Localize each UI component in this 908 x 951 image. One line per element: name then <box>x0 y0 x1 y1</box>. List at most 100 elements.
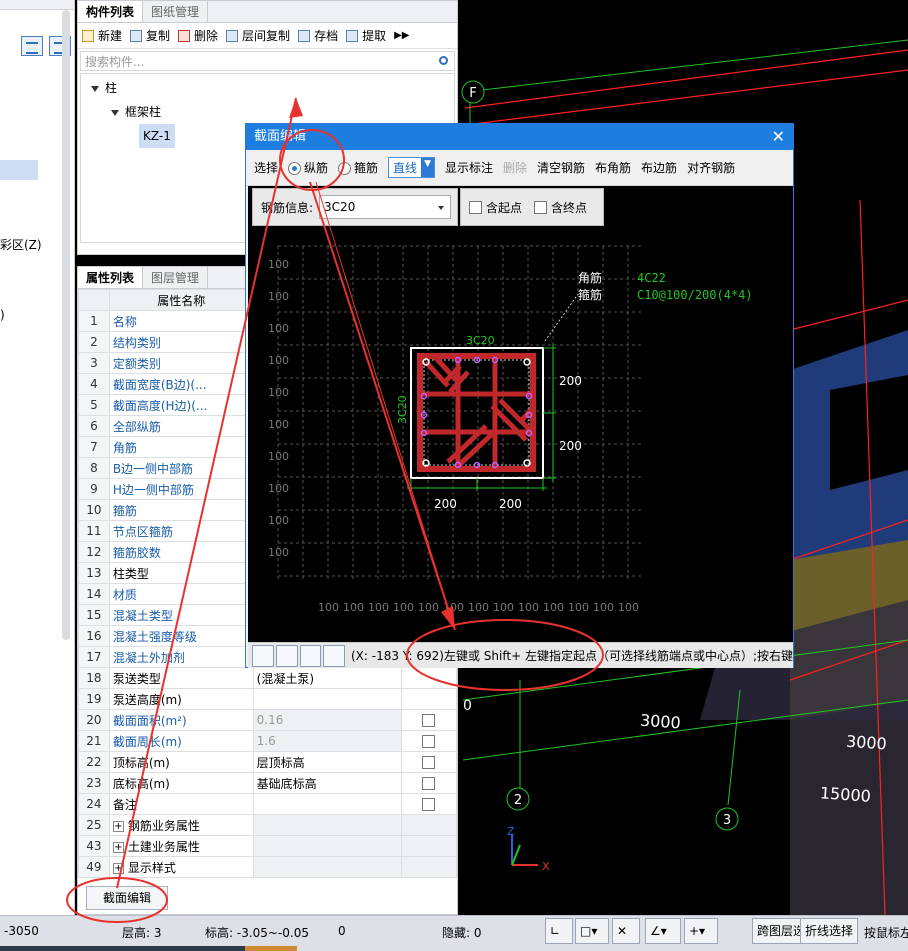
property-value[interactable]: (混凝土泵) <box>252 667 402 689</box>
property-name-text: 泵送高度(m) <box>112 692 182 707</box>
property-row[interactable]: 22 顶标高(m) 层顶标高 <box>78 751 458 773</box>
property-name: 泵送高度(m) <box>108 688 254 710</box>
property-row[interactable]: 23 底标高(m) 基础底标高 <box>78 772 458 794</box>
collapse-icon[interactable] <box>111 109 119 116</box>
rebar-point[interactable] <box>523 358 531 366</box>
expand-icon[interactable]: + <box>112 820 124 832</box>
property-name-text: H边一侧中部筋 <box>112 482 194 497</box>
section-drawing[interactable]: 100 100 100 100 100 100 100 100 100 100 100 100 100 1… <box>248 186 793 642</box>
attach-checkbox[interactable] <box>422 777 436 790</box>
expand-icon[interactable]: + <box>112 841 124 853</box>
dim-right-top: 200 <box>559 374 582 388</box>
delete-button[interactable]: 删除 <box>178 27 218 44</box>
property-name: 截面周长(m) <box>108 730 254 752</box>
property-row[interactable]: 18 泵送类型 (混凝土泵) <box>78 667 458 689</box>
tree-node-column[interactable]: 柱 <box>91 76 117 100</box>
nav-item-label-partial[interactable]: ) <box>0 308 5 322</box>
property-value[interactable]: 基础底标高 <box>252 772 402 794</box>
stirrup-hooks <box>424 354 535 470</box>
row-number: 4 <box>78 373 110 395</box>
property-value[interactable] <box>252 793 402 815</box>
search-icon[interactable] <box>439 56 448 65</box>
longitudinal-radio[interactable]: 纵筋 <box>288 159 328 176</box>
close-icon[interactable]: ✕ <box>772 124 785 150</box>
add-dimension-icon[interactable] <box>323 644 345 667</box>
dim-3000-b: 3000 <box>845 732 887 754</box>
extract-button[interactable]: 提取 <box>346 27 386 44</box>
nav-selected-item[interactable] <box>0 160 38 180</box>
place-corner-rebar-button[interactable]: 布角筋 <box>595 159 631 176</box>
stirrup-radio[interactable]: 箍筋 <box>338 159 378 176</box>
tab-property-list[interactable]: 属性列表 <box>78 267 144 288</box>
show-annotation-button[interactable]: 显示标注 <box>445 159 493 176</box>
legend-stirrup-value: C10@100/200(4*4) <box>637 288 753 302</box>
component-search-input[interactable]: 搜索构件... <box>80 51 455 71</box>
section-edit-dialog: 截面编辑 ✕ 选择 纵筋 箍筋 直线 ▼ 显示标注 删除 清空钢筋 布角筋 布边筋… <box>245 123 794 668</box>
property-name-text: 泵送类型 <box>112 671 161 686</box>
left-nav-scrollbar[interactable] <box>62 10 70 640</box>
property-value[interactable]: 1.6 <box>252 730 402 752</box>
property-row[interactable]: 21 截面周长(m) 1.6 <box>78 730 458 752</box>
section-canvas[interactable]: 钢筋信息: 3C20 含起点 含终点 100 100 100 100 100 100 100… <box>248 186 793 642</box>
attach-checkbox[interactable] <box>422 798 436 811</box>
archive-button[interactable]: 存档 <box>298 27 338 44</box>
place-edge-rebar-button[interactable]: 布边筋 <box>641 159 677 176</box>
row-number: 15 <box>78 604 110 626</box>
row-number: 1 <box>78 310 110 332</box>
property-value[interactable] <box>252 835 402 857</box>
grid-label-left: 100 <box>268 514 289 527</box>
property-value[interactable]: 层顶标高 <box>252 751 402 773</box>
clear-rebar-button[interactable]: 清空钢筋 <box>537 159 585 176</box>
align-rebar-button[interactable]: 对齐钢筋 <box>687 159 735 176</box>
list-view-icon[interactable] <box>21 36 43 56</box>
attach-checkbox[interactable] <box>422 756 436 769</box>
nav-item-label[interactable]: 彩区(Z) <box>0 236 42 253</box>
property-name-text: 全部纵筋 <box>112 419 161 434</box>
tab-layer-management[interactable]: 图层管理 <box>143 267 209 288</box>
snap-line-icon[interactable] <box>275 644 298 667</box>
attach-checkbox[interactable] <box>422 714 436 727</box>
property-value[interactable]: 0.16 <box>252 709 402 731</box>
expand-icon[interactable]: + <box>112 862 124 874</box>
copy-button[interactable]: 复制 <box>130 27 170 44</box>
cross-icon[interactable]: ✕ <box>612 918 640 944</box>
tree-node-kz1[interactable]: KZ-1 <box>139 124 175 148</box>
ortho-icon[interactable] <box>252 644 274 667</box>
ortho-toggle-icon[interactable]: ∟ <box>545 918 573 944</box>
new-button[interactable]: 新建 <box>82 27 122 44</box>
row-number: 3 <box>78 352 110 374</box>
property-row[interactable]: 20 截面面积(m²) 0.16 <box>78 709 458 731</box>
angle-dropdown-icon[interactable]: ∠▾ <box>645 918 681 944</box>
perpendicular-icon[interactable] <box>299 644 322 667</box>
property-row[interactable]: 49 + 显示样式 <box>78 856 458 878</box>
mouse-hint-text: 按鼠标左 <box>864 926 908 940</box>
property-row[interactable]: 19 泵送高度(m) <box>78 688 458 710</box>
extract-label: 提取 <box>362 29 387 43</box>
delete-rebar-button[interactable]: 删除 <box>503 159 527 176</box>
dialog-title-bar[interactable]: 截面编辑 ✕ <box>246 124 793 150</box>
polyline-select-button[interactable]: 折线选择 <box>800 918 859 944</box>
property-row[interactable]: 24 备注 <box>78 793 458 815</box>
property-name-text: 钢筋业务属性 <box>127 818 200 833</box>
tab-component-list[interactable]: 构件列表 <box>78 1 144 22</box>
property-value[interactable] <box>252 688 402 710</box>
tree-node-frame-column[interactable]: 框架柱 <box>111 100 161 124</box>
snap-dropdown-icon[interactable]: □▾ <box>575 918 609 944</box>
more-icon[interactable]: ▶▶ <box>394 30 409 41</box>
floor-copy-button[interactable]: 层间复制 <box>226 27 290 44</box>
section-edit-button[interactable]: 截面编辑 <box>86 886 168 910</box>
property-row[interactable]: 25 + 钢筋业务属性 <box>78 814 458 836</box>
tab-drawing-management[interactable]: 图纸管理 <box>143 1 209 22</box>
grid-label-left: 100 <box>268 354 289 367</box>
property-value[interactable] <box>252 856 402 878</box>
dim-bottom-right: 200 <box>499 497 522 511</box>
row-number: 14 <box>78 583 110 605</box>
collapse-icon[interactable] <box>91 85 99 92</box>
select-button[interactable]: 选择 <box>254 159 278 176</box>
attach-checkbox[interactable] <box>422 735 436 748</box>
offset-dropdown-icon[interactable]: +▾ <box>684 918 718 944</box>
draw-mode-dropdown[interactable]: 直线 ▼ <box>388 157 435 178</box>
property-value[interactable] <box>252 814 402 836</box>
grid-label-bottom: 100 <box>393 601 414 614</box>
property-row[interactable]: 43 + 土建业务属性 <box>78 835 458 857</box>
